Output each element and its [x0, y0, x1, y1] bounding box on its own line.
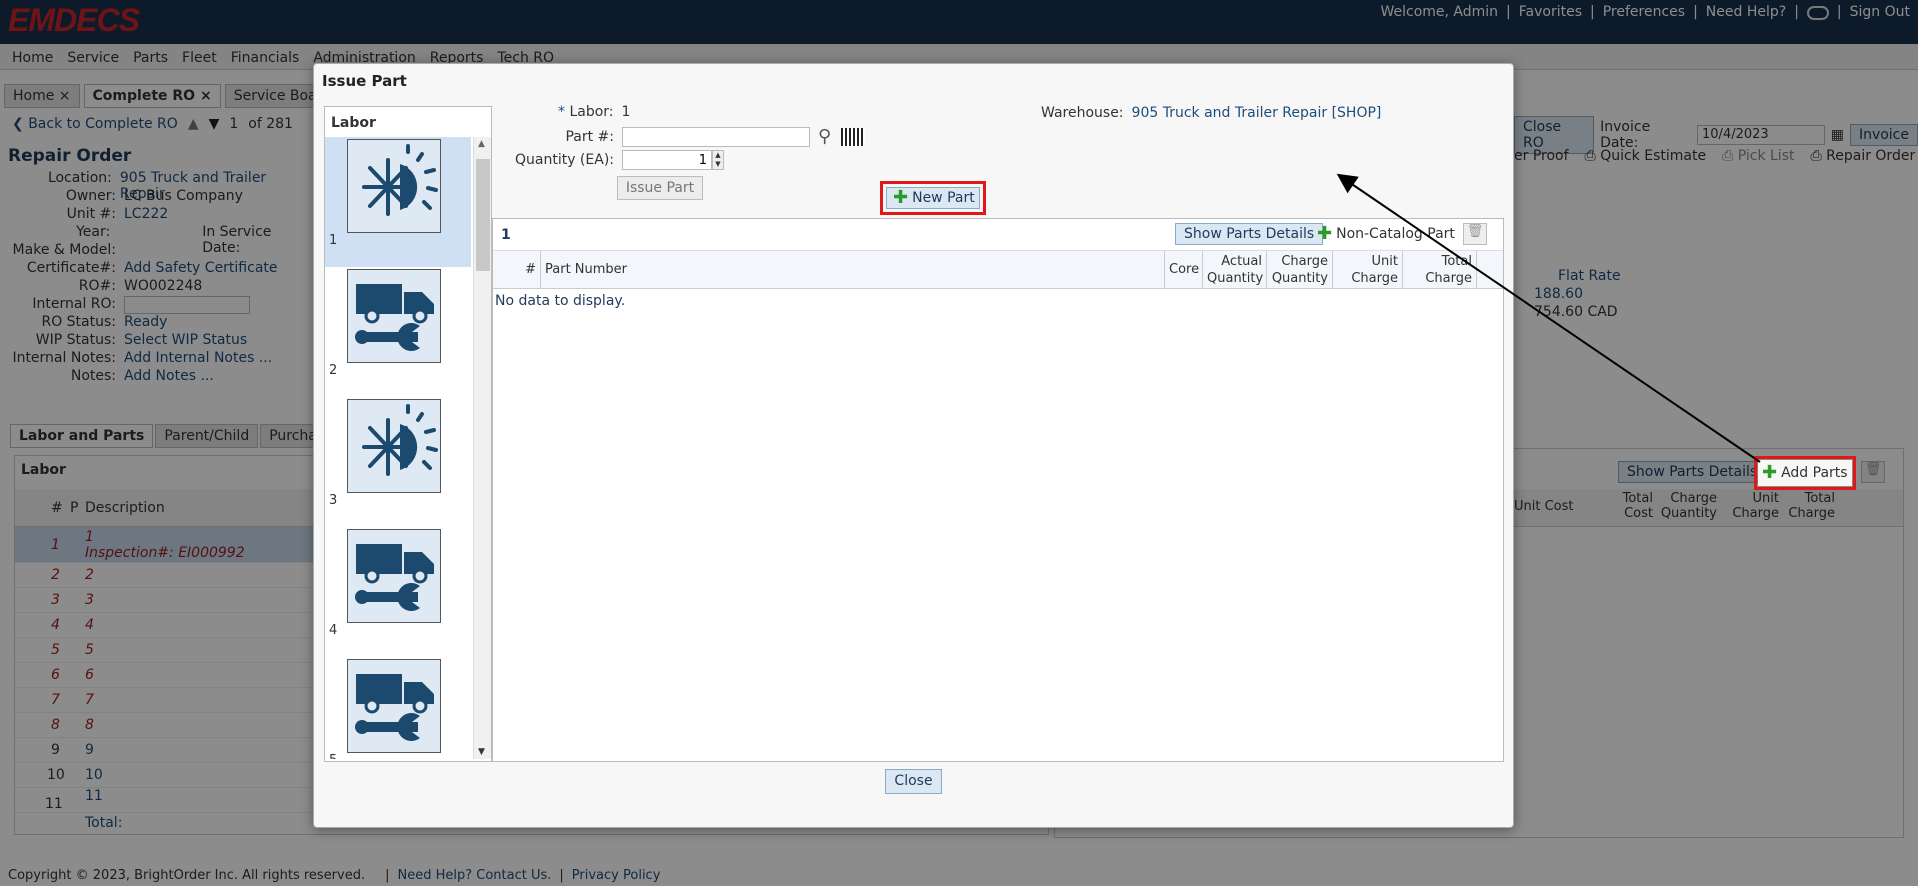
warehouse-field: Warehouse: 905 Truck and Trailer Repair … — [1041, 105, 1381, 121]
issue-part-dialog: Issue Part Labor 1 2 3 4 ▲ ▼ * Labor: 1 … — [313, 63, 1514, 828]
labor-tile[interactable]: 4 — [325, 527, 471, 657]
labor-picker: Labor 1 2 3 4 ▲ ▼ — [324, 106, 492, 762]
col-core-label: Core — [1169, 262, 1200, 277]
issue-part-button[interactable]: Issue Part — [617, 176, 703, 200]
scroll-up-icon[interactable]: ▲ — [478, 139, 485, 149]
issued-parts-toolbar: 1 Show Parts Details ✚ Non-Catalog Part 🗑 — [493, 219, 1503, 251]
plus-icon: ✚ — [1317, 223, 1333, 244]
warehouse-label: Warehouse: — [1041, 105, 1124, 121]
labor-tile[interactable]: 1 — [325, 137, 471, 267]
non-catalog-part-button[interactable]: ✚ Non-Catalog Part — [1317, 225, 1455, 243]
plus-icon: ✚ — [893, 187, 909, 208]
truck-wrench-icon — [347, 659, 441, 753]
col-charge-quantity-label: Charge Quantity — [1271, 254, 1328, 286]
col-part-number: Part Number — [541, 251, 1165, 289]
part-number-input[interactable] — [622, 126, 810, 147]
labor-tile[interactable]: 3 — [325, 397, 471, 527]
col-part-number-label: Part Number — [545, 262, 628, 277]
col-total-charge-label: Total Charge — [1425, 254, 1472, 286]
issued-parts-grid: 1 Show Parts Details ✚ Non-Catalog Part 🗑… — [492, 218, 1504, 762]
col-unit-charge: Unit Charge — [1333, 251, 1403, 289]
truck-wrench-icon — [347, 269, 441, 363]
labor-value: 1 — [621, 104, 631, 120]
search-icon[interactable]: ⚲ — [818, 126, 831, 147]
labor-label: Labor: — [569, 104, 614, 120]
labor-tile-number: 2 — [329, 363, 338, 378]
col-total-charge: Total Charge — [1403, 251, 1477, 289]
labor-scrollbar[interactable]: ▲ ▼ — [473, 137, 491, 759]
col-unit-charge-label: Unit Charge — [1351, 254, 1398, 286]
quantity-label: Quantity (EA): — [514, 152, 614, 168]
empty-message: No data to display. — [495, 293, 626, 309]
stepper-arrows-icon[interactable]: ▲ ▼ — [712, 150, 724, 170]
labor-tile[interactable]: 5 — [325, 657, 471, 759]
delete-icon[interactable]: 🗑 — [1463, 223, 1487, 245]
issued-parts-header: # Part Number Core Actual Quantity Charg… — [493, 251, 1503, 289]
warehouse-value[interactable]: 905 Truck and Trailer Repair [SHOP] — [1132, 105, 1382, 121]
labor-tiles: 1 2 3 4 — [325, 137, 471, 759]
truck-wrench-icon — [347, 529, 441, 623]
col-actual-quantity: Actual Quantity — [1203, 251, 1267, 289]
quantity-stepper[interactable] — [622, 150, 712, 170]
grid-title: 1 — [501, 227, 511, 243]
col-number: # — [493, 251, 541, 289]
labor-tile-number: 1 — [329, 233, 338, 248]
add-parts-button-highlighted[interactable]: ✚ Add Parts — [1758, 460, 1852, 486]
close-button[interactable]: Close — [885, 769, 942, 794]
barcode-icon[interactable] — [841, 127, 866, 146]
labor-tile-number: 3 — [329, 493, 338, 508]
refrigeration-icon — [347, 139, 441, 233]
show-parts-details-button[interactable]: Show Parts Details — [1175, 223, 1324, 245]
part-number-field: Part #: ⚲ — [504, 126, 866, 147]
labor-picker-title: Labor — [331, 115, 376, 131]
refrigeration-icon — [347, 399, 441, 493]
add-parts-label: Add Parts — [1781, 465, 1848, 481]
dialog-title: Issue Part — [322, 72, 407, 90]
col-actual-quantity-label: Actual Quantity — [1207, 254, 1264, 286]
col-number-label: # — [525, 262, 536, 277]
col-core: Core — [1165, 251, 1203, 289]
plus-icon: ✚ — [1762, 462, 1778, 483]
required-marker: * — [558, 104, 570, 120]
part-number-label: Part #: — [565, 128, 614, 145]
col-charge-quantity: Charge Quantity — [1267, 251, 1333, 289]
labor-tile[interactable]: 2 — [325, 267, 471, 397]
labor-field: * Labor: 1 — [504, 104, 630, 120]
highlight-new-part: ✚ New Part — [880, 181, 986, 215]
labor-tile-number: 5 — [329, 753, 337, 759]
labor-tile-number: 4 — [329, 623, 338, 638]
quantity-field: Quantity (EA): ▲▼ — [504, 150, 724, 170]
scroll-down-icon[interactable]: ▼ — [478, 747, 485, 757]
scroll-thumb[interactable] — [476, 159, 490, 271]
new-part-label: New Part — [912, 190, 975, 206]
non-catalog-part-label: Non-Catalog Part — [1336, 226, 1455, 242]
new-part-button[interactable]: ✚ New Part — [886, 187, 980, 209]
